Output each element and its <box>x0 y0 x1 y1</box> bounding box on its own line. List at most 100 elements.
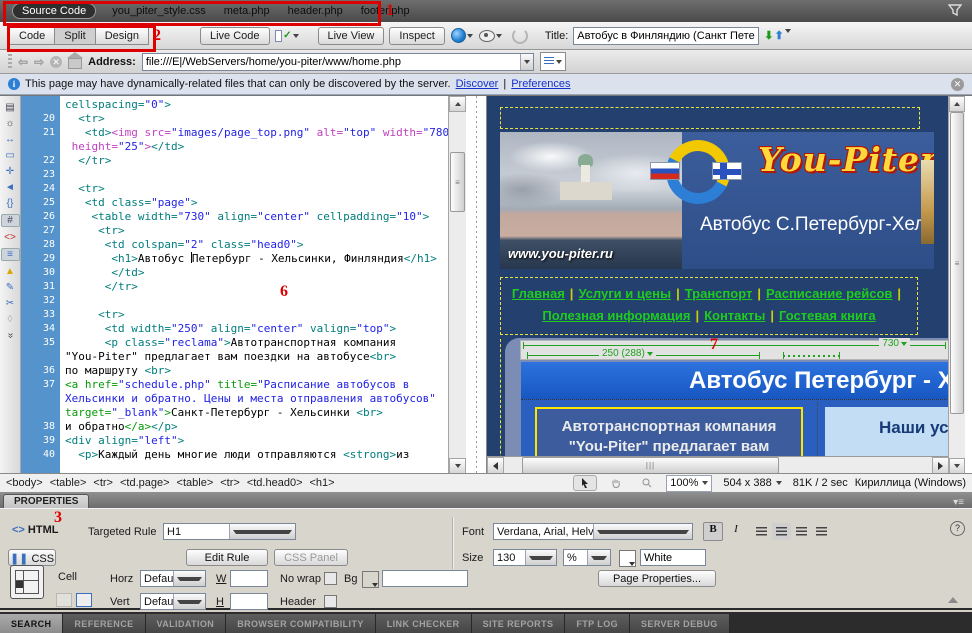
magnification-select[interactable]: 100% <box>666 475 712 492</box>
scroll-right-icon[interactable] <box>932 457 948 474</box>
bg-color-swatch[interactable] <box>362 571 379 588</box>
tag-selector-item[interactable]: <td.page> <box>120 477 170 489</box>
font-select[interactable]: Verdana, Arial, Helvetica, sans-serif <box>493 523 693 540</box>
design-scroll-thumb[interactable]: ≡ <box>950 112 964 414</box>
results-tab-browser-compatibility[interactable]: BROWSER COMPATIBILITY <box>226 614 376 633</box>
edit-rule-button[interactable]: Edit Rule <box>186 549 268 566</box>
bg-color-input[interactable] <box>382 570 468 587</box>
tag-selector-item[interactable]: <table> <box>177 477 214 489</box>
collapse-panel-icon[interactable] <box>948 597 958 603</box>
code-row[interactable]: 31 </tr> <box>21 280 448 294</box>
discover-link[interactable]: Discover <box>456 78 499 90</box>
preferences-link[interactable]: Preferences <box>511 78 570 90</box>
syntax-error-alerts-icon[interactable]: ≡ <box>1 248 20 261</box>
split-cell-icon[interactable] <box>76 593 92 607</box>
design-horizontal-scrollbar[interactable]: ||| <box>487 456 948 474</box>
cell-height-input[interactable] <box>230 593 268 610</box>
toolbar-grip[interactable] <box>8 54 12 70</box>
nav-link[interactable]: Гостевая книга <box>779 308 876 323</box>
nav-link[interactable]: Главная <box>512 286 565 301</box>
results-tab-ftp-log[interactable]: FTP LOG <box>565 614 630 633</box>
services-cell[interactable]: Наши услуги <box>825 407 948 459</box>
header-checkbox[interactable] <box>324 595 337 608</box>
promo-cell[interactable]: Автотранспортная компания "You-Piter" пр… <box>535 407 803 459</box>
tab-properties[interactable]: PROPERTIES <box>3 494 89 508</box>
code-row[interactable]: 24 <tr> <box>21 182 448 196</box>
remove-comment-icon[interactable]: ✂ <box>2 298 19 309</box>
nav-link[interactable]: Расписание рейсов <box>766 286 892 301</box>
text-color-input[interactable] <box>640 549 706 566</box>
code-row[interactable]: 40 <p>Каждый день многие люди отправляют… <box>21 448 448 462</box>
code-row[interactable]: 25 <td class="page"> <box>21 196 448 210</box>
code-row[interactable]: 26 <table width="730" align="center" cel… <box>21 210 448 224</box>
select-parent-tag-icon[interactable]: ◄ <box>2 182 19 193</box>
code-row[interactable]: 36по маршруту <br> <box>21 364 448 378</box>
content-table-row[interactable]: Автотранспортная компания "You-Piter" пр… <box>521 399 948 456</box>
vert-select[interactable]: Default <box>140 593 206 610</box>
cell-width-input[interactable] <box>230 570 268 587</box>
italic-button[interactable]: I <box>726 522 746 541</box>
tag-selector-item[interactable]: <table> <box>50 477 87 489</box>
line-numbers-icon[interactable]: # <box>1 214 20 227</box>
collapse-full-tag-icon[interactable]: ↔ <box>2 134 19 145</box>
panel-menu-icon[interactable]: ▾≡ <box>953 497 964 508</box>
results-tab-validation[interactable]: VALIDATION <box>146 614 227 633</box>
close-icon[interactable]: ✕ <box>951 78 964 91</box>
code-row[interactable]: 23 <box>21 168 448 182</box>
page-heading-band[interactable]: Автобус Петербург - Хельсинки <box>521 362 948 399</box>
size-unit-select[interactable]: % <box>563 549 611 566</box>
code-row[interactable]: 27 <tr> <box>21 224 448 238</box>
code-row[interactable]: 32 <box>21 294 448 308</box>
code-vertical-scrollbar[interactable]: ≡ <box>448 96 466 474</box>
stop-icon[interactable]: ✕ <box>50 56 62 68</box>
live-view-button[interactable]: Live View <box>318 27 385 45</box>
tag-selector-item[interactable]: <tr> <box>93 477 113 489</box>
tag-selector-item[interactable]: <h1> <box>310 477 335 489</box>
code-scroll-thumb[interactable]: ≡ <box>450 152 465 212</box>
expand-all-icon[interactable]: ✛ <box>2 166 19 177</box>
page-properties-button[interactable]: Page Properties... <box>598 570 716 587</box>
back-icon[interactable]: ⇦ <box>18 55 28 69</box>
tag-selector-item[interactable]: <td.head0> <box>247 477 303 489</box>
balance-braces-icon[interactable]: {} <box>2 198 19 209</box>
design-view[interactable]: www.you-piter.ru You-Piter Автобус С.Пет… <box>486 96 948 474</box>
code-row[interactable]: 38и обратно</a></p> <box>21 420 448 434</box>
window-size-select[interactable]: 504 x 388 <box>719 475 785 492</box>
scroll-up-icon[interactable] <box>449 96 466 112</box>
code-row[interactable]: 20 <tr> <box>21 112 448 126</box>
title-input[interactable] <box>573 27 759 45</box>
html-mode-button[interactable]: <> HTML <box>12 524 58 536</box>
tag-selector-item[interactable]: <body> <box>6 477 43 489</box>
code-row[interactable]: 34 <td width="250" align="center" valign… <box>21 322 448 336</box>
code-row[interactable]: Хельсинки и обратно. Цены и места отправ… <box>21 392 448 406</box>
table-width-menu[interactable]: 730 <box>879 338 910 349</box>
live-code-button[interactable]: Live Code <box>200 27 270 45</box>
design-hscroll-thumb[interactable]: ||| <box>522 457 779 474</box>
address-input[interactable] <box>143 56 520 68</box>
select-tool-icon[interactable] <box>573 475 597 491</box>
results-tab-server-debug[interactable]: SERVER DEBUG <box>630 614 730 633</box>
results-tab-reference[interactable]: REFERENCE <box>63 614 145 633</box>
highlight-invalid-code-icon[interactable]: <> <box>2 232 19 243</box>
code-row[interactable]: target="_blank">Санкт-Петербург - Хельси… <box>21 406 448 420</box>
code-row[interactable]: 33 <tr> <box>21 308 448 322</box>
code-row[interactable]: 37<a href="schedule.php" title="Расписан… <box>21 378 448 392</box>
scroll-up-icon[interactable] <box>949 96 965 112</box>
results-tab-search[interactable]: SEARCH <box>0 614 63 633</box>
nav-link[interactable]: Полезная информация <box>542 308 690 323</box>
results-tab-site-reports[interactable]: SITE REPORTS <box>472 614 566 633</box>
filter-icon[interactable] <box>948 4 962 19</box>
scroll-down-icon[interactable] <box>449 458 466 474</box>
inspect-button[interactable]: Inspect <box>389 27 444 45</box>
code-row[interactable]: 39<div align="left"> <box>21 434 448 448</box>
align-left-button[interactable] <box>752 523 771 540</box>
targeted-rule-select[interactable]: H1 <box>163 523 296 540</box>
address-dropdown-icon[interactable] <box>520 54 533 70</box>
check-browser-compatibility-icon[interactable]: ✓ <box>275 27 299 45</box>
no-wrap-checkbox[interactable] <box>324 572 337 585</box>
design-vertical-scrollbar[interactable]: ≡ <box>948 96 965 474</box>
visual-aids-icon[interactable] <box>479 27 503 45</box>
code-row[interactable]: 22 </tr> <box>21 154 448 168</box>
zoom-tool-icon[interactable] <box>635 475 659 491</box>
align-center-button[interactable] <box>772 523 791 540</box>
